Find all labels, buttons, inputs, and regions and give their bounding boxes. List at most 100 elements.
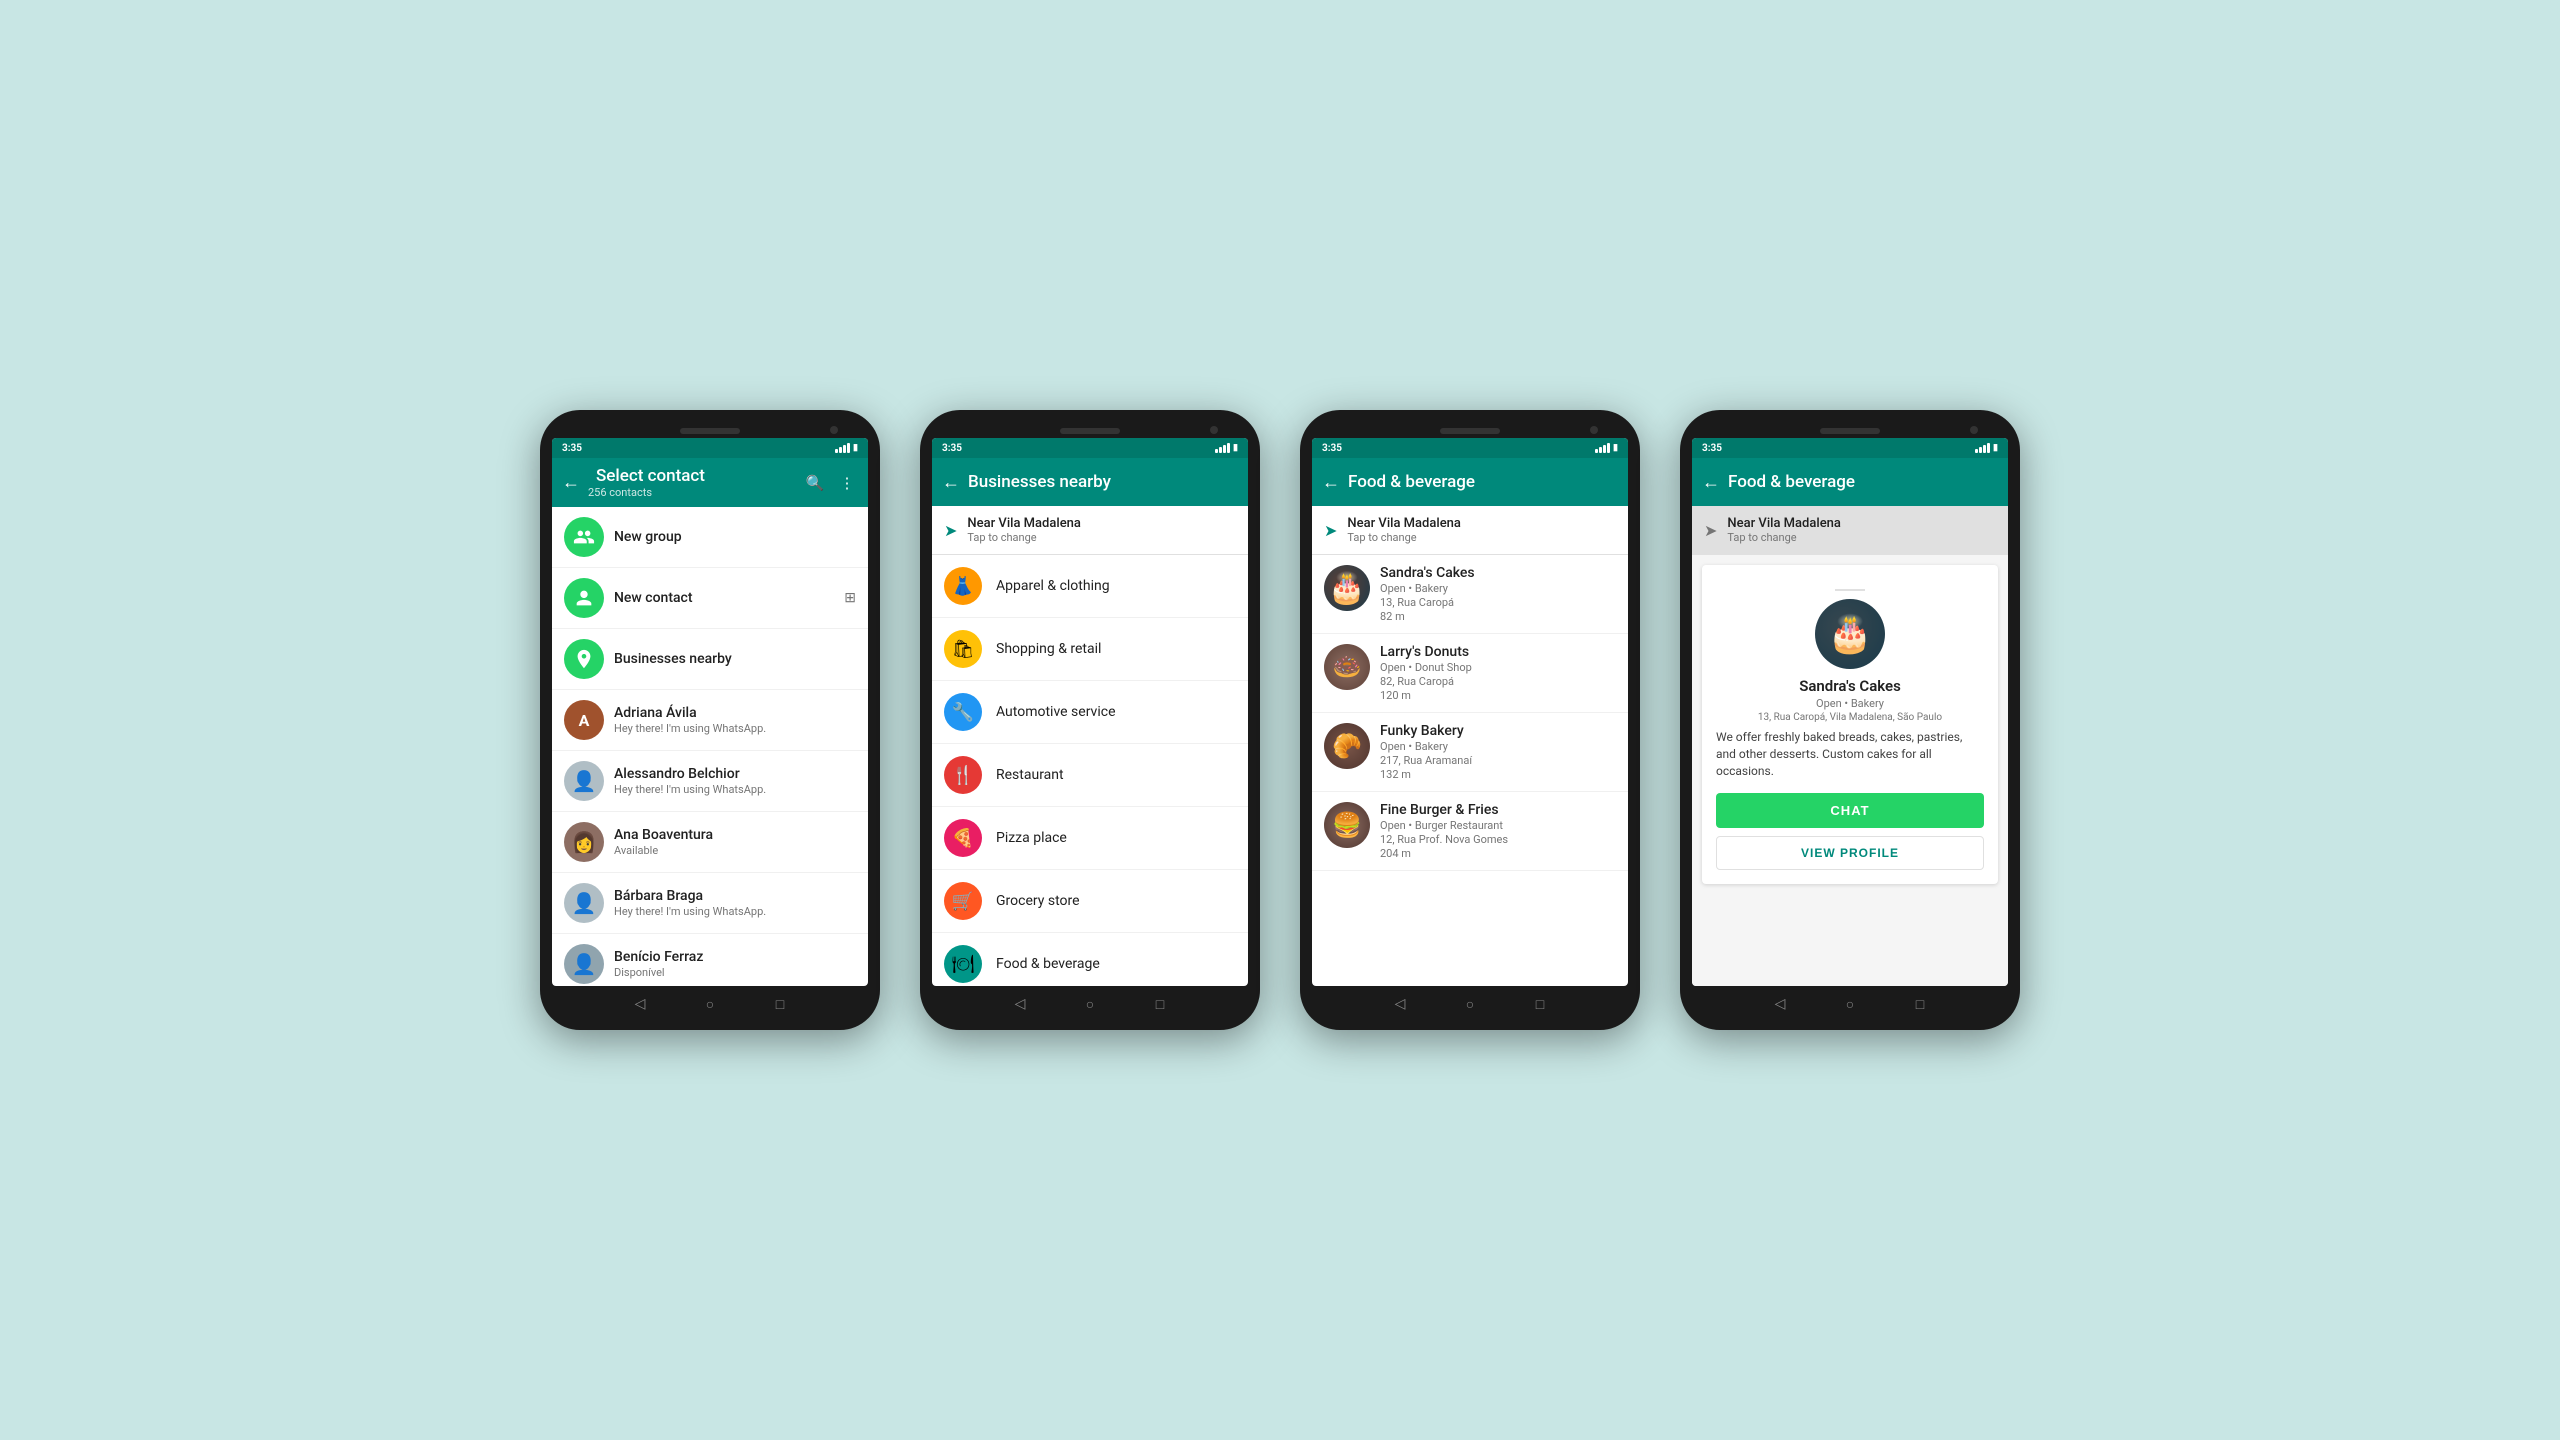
new-group-item[interactable]: New group (552, 507, 868, 568)
benicio-info: Benício Ferraz Disponível (614, 949, 856, 979)
app-bar-4: ← Food & beverage (1692, 458, 2008, 506)
chat-button[interactable]: CHAT (1716, 793, 1984, 828)
back-nav-2[interactable]: ◁ (1010, 994, 1030, 1014)
location-header-3[interactable]: ➤ Near Vila Madalena Tap to change (1312, 506, 1628, 555)
cat-shopping[interactable]: 🛍 Shopping & retail (932, 618, 1248, 681)
ana-status: Available (614, 844, 856, 857)
more-icon[interactable]: ⋮ (836, 472, 858, 494)
donut-image: 🍩 (1324, 644, 1370, 690)
battery-4: ▮ (1993, 443, 1998, 453)
cat-shopping-label: Shopping & retail (996, 641, 1101, 657)
larrys-address: 82, Rua Caropá (1380, 675, 1472, 688)
cat-apparel[interactable]: 👗 Apparel & clothing (932, 555, 1248, 618)
recents-nav-2[interactable]: □ (1150, 994, 1170, 1014)
screen-title-4: Food & beverage (1728, 472, 1998, 492)
back-nav-4[interactable]: ◁ (1770, 994, 1790, 1014)
back-btn-2[interactable]: ← (942, 472, 960, 493)
phone-top-bar-3 (1312, 422, 1628, 438)
business-sandras-cakes[interactable]: 🎂 Sandra's Cakes Open • Bakery 13, Rua C… (1312, 555, 1628, 634)
businesses-nearby-item[interactable]: Businesses nearby (552, 629, 868, 690)
back-nav-1[interactable]: ◁ (630, 994, 650, 1014)
location-tap-2: Tap to change (967, 531, 1081, 544)
burger-type: Open • Burger Restaurant (1380, 819, 1508, 832)
profile-cake-image: 🎂 (1815, 599, 1885, 669)
burger-distance: 204 m (1380, 847, 1508, 860)
phone-1: 3:35 ▮ ← Select contact 256 contacts (540, 410, 880, 1030)
new-group-label: New group (614, 529, 856, 545)
cake-image: 🎂 (1324, 565, 1370, 611)
back-btn-1[interactable]: ← (562, 472, 580, 493)
location-header-4[interactable]: ➤ Near Vila Madalena Tap to change (1692, 506, 2008, 555)
cat-food[interactable]: 🍽 Food & beverage (932, 933, 1248, 986)
location-header-2[interactable]: ➤ Near Vila Madalena Tap to change (932, 506, 1248, 555)
cat-pizza[interactable]: 🍕 Pizza place (932, 807, 1248, 870)
burger-address: 12, Rua Prof. Nova Gomes (1380, 833, 1508, 846)
cat-restaurant[interactable]: 🍴 Restaurant (932, 744, 1248, 807)
home-nav-2[interactable]: ○ (1080, 994, 1100, 1014)
business-burger[interactable]: 🍔 Fine Burger & Fries Open • Burger Rest… (1312, 792, 1628, 871)
back-nav-3[interactable]: ◁ (1390, 994, 1410, 1014)
battery-2: ▮ (1233, 443, 1238, 453)
avatar-alessandro: 👤 (564, 761, 604, 801)
profile-address: 13, Rua Caropá, Vila Madalena, São Paulo (1758, 712, 1942, 723)
recents-nav-1[interactable]: □ (770, 994, 790, 1014)
sandras-info: Sandra's Cakes Open • Bakery 13, Rua Car… (1380, 565, 1475, 623)
sandras-distance: 82 m (1380, 610, 1475, 623)
contact-adriana[interactable]: A Adriana Ávila Hey there! I'm using Wha… (552, 690, 868, 751)
cat-automotive-icon: 🔧 (944, 693, 982, 731)
location-name-2: Near Vila Madalena (967, 516, 1081, 531)
back-btn-4[interactable]: ← (1702, 472, 1720, 493)
profile-avatar: 🎂 (1815, 599, 1885, 669)
home-nav-1[interactable]: ○ (700, 994, 720, 1014)
phone-top-bar-1 (552, 422, 868, 438)
contact-ana[interactable]: 👩 Ana Boaventura Available (552, 812, 868, 873)
time-4: 3:35 (1702, 443, 1722, 454)
contact-benicio[interactable]: 👤 Benício Ferraz Disponível (552, 934, 868, 986)
contact-barbara[interactable]: 👤 Bárbara Braga Hey there! I'm using Wha… (552, 873, 868, 934)
business-funky[interactable]: 🥐 Funky Bakery Open • Bakery 217, Rua Ar… (1312, 713, 1628, 792)
cat-grocery[interactable]: 🛒 Grocery store (932, 870, 1248, 933)
phone-body-4: 3:35 ▮ ← Food & beverage ➤ (1680, 410, 2020, 1030)
cat-automotive[interactable]: 🔧 Automotive service (932, 681, 1248, 744)
home-nav-3[interactable]: ○ (1460, 994, 1480, 1014)
screen-3: 3:35 ▮ ← Food & beverage ➤ (1312, 438, 1628, 986)
phone-body-3: 3:35 ▮ ← Food & beverage ➤ (1300, 410, 1640, 1030)
benicio-name: Benício Ferraz (614, 949, 856, 965)
camera-2 (1210, 426, 1218, 434)
new-contact-right: ⊞ (844, 590, 856, 606)
larrys-distance: 120 m (1380, 689, 1472, 702)
card-divider-top (1835, 589, 1865, 591)
new-contact-item[interactable]: New contact ⊞ (552, 568, 868, 629)
larrys-name: Larry's Donuts (1380, 644, 1472, 660)
home-nav-4[interactable]: ○ (1840, 994, 1860, 1014)
business-larrys[interactable]: 🍩 Larry's Donuts Open • Donut Shop 82, R… (1312, 634, 1628, 713)
status-bar-4: 3:35 ▮ (1692, 438, 2008, 458)
view-profile-button[interactable]: VIEW PROFILE (1716, 836, 1984, 870)
signal-1 (835, 443, 850, 453)
recents-nav-4[interactable]: □ (1910, 994, 1930, 1014)
funky-address: 217, Rua Aramanaí (1380, 754, 1472, 767)
bottom-bar-4: ◁ ○ □ (1692, 986, 2008, 1018)
sandras-name: Sandra's Cakes (1380, 565, 1475, 581)
search-icon[interactable]: 🔍 (804, 472, 826, 494)
contact-list-1: New group New contact ⊞ (552, 507, 868, 986)
category-list: ➤ Near Vila Madalena Tap to change 👗 App… (932, 506, 1248, 986)
alessandro-info: Alessandro Belchior Hey there! I'm using… (614, 766, 856, 796)
screen-2: 3:35 ▮ ← Businesses nearby (932, 438, 1248, 986)
phone-2: 3:35 ▮ ← Businesses nearby (920, 410, 1260, 1030)
cat-automotive-label: Automotive service (996, 704, 1116, 720)
status-icons-3: ▮ (1595, 443, 1618, 453)
signal-4 (1975, 443, 1990, 453)
screen-1: 3:35 ▮ ← Select contact 256 contacts (552, 438, 868, 986)
funky-info: Funky Bakery Open • Bakery 217, Rua Aram… (1380, 723, 1472, 781)
alessandro-status: Hey there! I'm using WhatsApp. (614, 783, 856, 796)
recents-nav-3[interactable]: □ (1530, 994, 1550, 1014)
benicio-status: Disponível (614, 966, 856, 979)
cat-pizza-icon: 🍕 (944, 819, 982, 857)
contact-alessandro[interactable]: 👤 Alessandro Belchior Hey there! I'm usi… (552, 751, 868, 812)
back-btn-3[interactable]: ← (1322, 472, 1340, 493)
status-icons-2: ▮ (1215, 443, 1238, 453)
screen-title-1: Select contact (596, 466, 804, 486)
signal-2 (1215, 443, 1230, 453)
phone-body-2: 3:35 ▮ ← Businesses nearby (920, 410, 1260, 1030)
